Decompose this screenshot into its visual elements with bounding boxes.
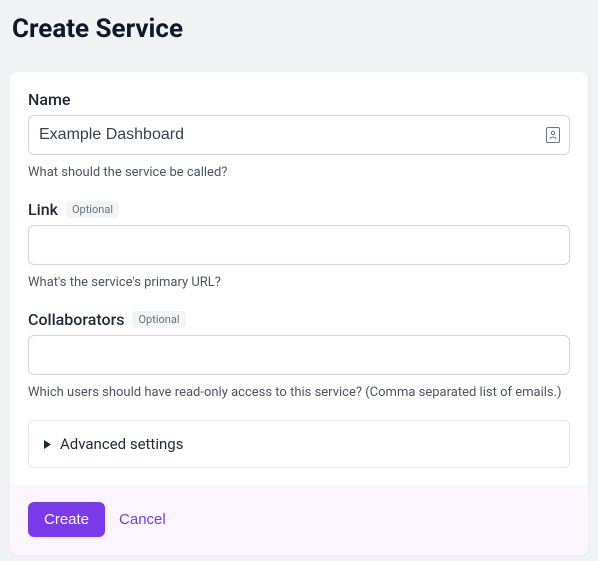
- form-group-collaborators: Collaborators Optional Which users shoul…: [28, 310, 570, 400]
- link-input[interactable]: [28, 225, 570, 265]
- form-group-name: Name What should the service be called?: [28, 90, 570, 180]
- create-button[interactable]: Create: [28, 502, 105, 537]
- link-label: Link: [28, 200, 58, 219]
- name-label: Name: [28, 90, 70, 109]
- form-group-link: Link Optional What's the service's prima…: [28, 200, 570, 290]
- collaborators-input[interactable]: [28, 335, 570, 375]
- link-optional-badge: Optional: [66, 201, 119, 218]
- collaborators-label: Collaborators: [28, 310, 124, 329]
- collaborators-optional-badge: Optional: [132, 311, 185, 328]
- cancel-button[interactable]: Cancel: [119, 511, 166, 528]
- collaborators-help-text: Which users should have read-only access…: [28, 385, 570, 400]
- triangle-right-icon: [43, 440, 52, 449]
- form-footer: Create Cancel: [10, 486, 588, 555]
- form-card: Name What should the service be called? …: [10, 72, 588, 555]
- advanced-settings-label: Advanced settings: [60, 435, 183, 453]
- page-title: Create Service: [12, 14, 588, 44]
- link-help-text: What's the service's primary URL?: [28, 275, 570, 290]
- name-input[interactable]: [28, 115, 570, 155]
- advanced-settings-toggle[interactable]: Advanced settings: [28, 420, 570, 468]
- name-help-text: What should the service be called?: [28, 165, 570, 180]
